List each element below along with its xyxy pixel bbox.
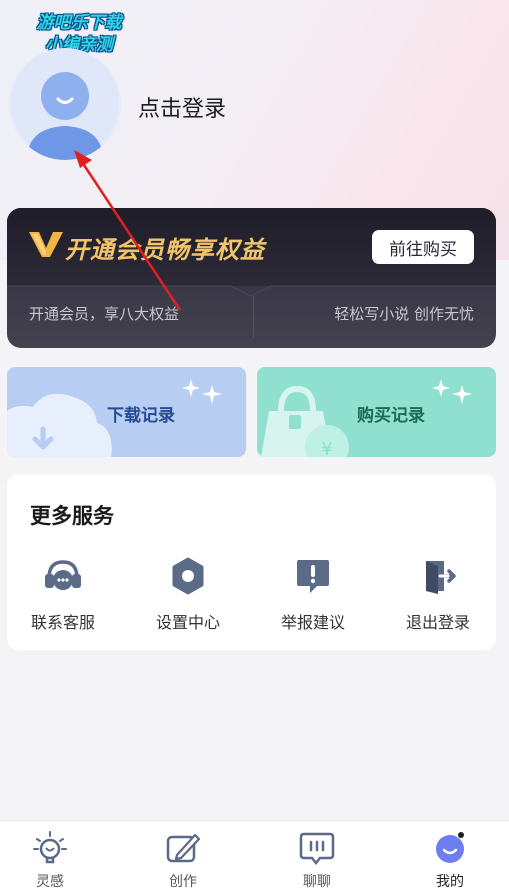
pen-icon: [166, 833, 201, 863]
bottom-tab-bar: 灵感 创作 聊聊 我的: [0, 820, 509, 896]
sparkle-icon: [182, 379, 222, 404]
vip-notch: [7, 285, 496, 297]
settings-center-button[interactable]: 设置中心: [138, 556, 238, 633]
tab-mine-label: 我的: [436, 874, 464, 890]
logout-button[interactable]: 退出登录: [388, 556, 488, 633]
more-services-panel: 更多服务 联系客服 设置中心 举报建议 退出登录: [7, 474, 496, 650]
more-services-title: 更多服务: [30, 504, 114, 528]
vip-banner[interactable]: 开通会员畅享权益 前往购买 开通会员，享八大权益 轻松写小说 创作无忧: [7, 208, 496, 348]
settings-icon: [172, 557, 204, 595]
user-avatar-icon: [11, 49, 119, 160]
sparkle-icon: [432, 379, 472, 404]
logout-label: 退出登录: [405, 613, 470, 632]
profile-icon: [436, 832, 464, 863]
tab-chat[interactable]: 聊聊: [277, 831, 357, 891]
shopping-bag-icon: ¥: [261, 385, 349, 457]
vip-divider: [253, 296, 254, 338]
logout-icon: [426, 561, 456, 594]
vip-v-icon: [29, 232, 63, 257]
settings-center-label: 设置中心: [155, 613, 220, 632]
report-suggestion-label: 举报建议: [280, 613, 345, 632]
vip-title: 开通会员畅享权益: [65, 236, 265, 264]
svg-text:¥: ¥: [321, 439, 332, 457]
contact-support-label: 联系客服: [30, 613, 95, 632]
purchase-records-card[interactable]: ¥ 购买记录: [257, 367, 496, 457]
buy-button[interactable]: 前往购买: [372, 230, 474, 264]
avatar[interactable]: [9, 48, 121, 160]
cloud-download-icon: [7, 393, 112, 457]
vip-slogan-text: 轻松写小说 创作无忧: [334, 305, 474, 323]
download-records-card[interactable]: 下载记录: [7, 367, 246, 457]
vip-benefit-text: 开通会员，享八大权益: [29, 305, 180, 323]
tab-create[interactable]: 创作: [143, 831, 223, 891]
report-suggestion-button[interactable]: 举报建议: [263, 556, 363, 633]
watermark-line1: 游吧乐下载: [36, 13, 122, 33]
tab-mine[interactable]: 我的: [410, 831, 490, 891]
headset-icon: [45, 560, 81, 590]
contact-support-button[interactable]: 联系客服: [13, 556, 113, 633]
login-link[interactable]: 点击登录: [138, 91, 226, 123]
download-records-label: 下载记录: [107, 406, 175, 426]
report-icon: [297, 560, 329, 593]
chat-icon: [299, 832, 335, 865]
tab-create-label: 创作: [169, 874, 197, 890]
lightbulb-icon: [33, 831, 67, 864]
tab-chat-label: 聊聊: [303, 874, 331, 890]
purchase-records-label: 购买记录: [357, 406, 425, 426]
tab-inspiration[interactable]: 灵感: [10, 831, 90, 891]
tab-inspiration-label: 灵感: [36, 874, 64, 890]
